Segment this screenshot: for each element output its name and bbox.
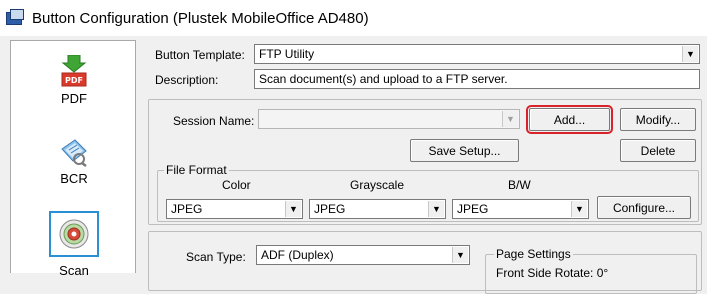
bw-format-value: JPEG bbox=[457, 202, 489, 216]
description-label: Description: bbox=[155, 73, 219, 87]
delete-session-button[interactable]: Delete bbox=[620, 139, 696, 162]
description-value: Scan document(s) and upload to a FTP ser… bbox=[259, 72, 508, 86]
svg-text:PDF: PDF bbox=[65, 76, 83, 85]
add-session-button[interactable]: Add... bbox=[526, 105, 613, 134]
sidebar-item-bcr[interactable]: BCR bbox=[11, 137, 137, 186]
save-setup-button[interactable]: Save Setup... bbox=[410, 139, 519, 162]
window-title: Button Configuration (Plustek MobileOffi… bbox=[32, 9, 369, 27]
sidebar-item-label: Scan bbox=[59, 263, 89, 278]
sidebar-item-pdf[interactable]: PDF PDF bbox=[11, 54, 137, 106]
sidebar-item-scan[interactable]: Scan bbox=[11, 211, 137, 278]
grayscale-format-value: JPEG bbox=[314, 202, 346, 216]
chevron-down-icon[interactable]: ▼ bbox=[502, 111, 518, 127]
scan-type-label: Scan Type: bbox=[186, 250, 246, 264]
sidebar-item-label: BCR bbox=[60, 171, 88, 186]
session-name-combo[interactable]: ▼ bbox=[258, 109, 520, 129]
button-template-combo[interactable]: FTP Utility ▼ bbox=[254, 44, 700, 64]
color-format-label: Color bbox=[222, 178, 251, 192]
modify-session-button[interactable]: Modify... bbox=[620, 108, 696, 131]
color-format-value: JPEG bbox=[171, 202, 203, 216]
button-list-panel: PDF PDF BCR Scan bbox=[10, 40, 137, 278]
configure-button[interactable]: Configure... bbox=[597, 196, 691, 219]
front-rotate-label: Front Side Rotate: 0° bbox=[496, 266, 609, 280]
app-icon bbox=[6, 9, 26, 27]
chevron-down-icon[interactable]: ▼ bbox=[682, 46, 698, 62]
chevron-down-icon[interactable]: ▼ bbox=[428, 201, 444, 217]
file-format-title: File Format bbox=[164, 163, 229, 177]
scan-type-combo[interactable]: ADF (Duplex) ▼ bbox=[256, 245, 470, 265]
grayscale-format-label: Grayscale bbox=[350, 178, 405, 192]
session-name-label: Session Name: bbox=[173, 114, 255, 128]
pdf-download-icon: PDF bbox=[61, 54, 87, 87]
business-card-icon bbox=[59, 137, 89, 167]
button-template-value: FTP Utility bbox=[259, 47, 315, 61]
scan-disc-icon bbox=[49, 211, 99, 257]
bw-format-combo[interactable]: JPEG ▼ bbox=[452, 199, 589, 219]
page-settings-title: Page Settings bbox=[494, 247, 573, 261]
title-bar: Button Configuration (Plustek MobileOffi… bbox=[0, 0, 707, 36]
chevron-down-icon[interactable]: ▼ bbox=[571, 201, 587, 217]
scan-type-value: ADF (Duplex) bbox=[261, 248, 334, 262]
sidebar-item-label: PDF bbox=[61, 91, 87, 106]
bw-format-label: B/W bbox=[508, 178, 531, 192]
chevron-down-icon[interactable]: ▼ bbox=[285, 201, 301, 217]
chevron-down-icon[interactable]: ▼ bbox=[452, 247, 468, 263]
grayscale-format-combo[interactable]: JPEG ▼ bbox=[309, 199, 446, 219]
description-field[interactable]: Scan document(s) and upload to a FTP ser… bbox=[254, 69, 700, 89]
color-format-combo[interactable]: JPEG ▼ bbox=[166, 199, 303, 219]
button-template-label: Button Template: bbox=[155, 48, 245, 62]
